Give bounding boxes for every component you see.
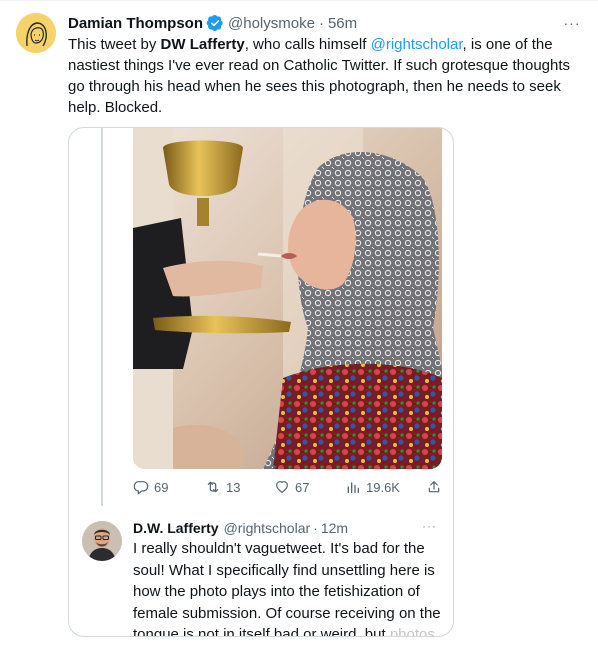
tweet[interactable]: Damian Thompson @holysmoke · 56m ··· Thi… [0,0,598,648]
retweet-count: 13 [226,479,241,495]
tweet-text: This tweet by DW Lafferty, who calls him… [68,34,582,118]
retweet-icon [207,481,219,493]
quoted-author-name[interactable]: D.W. Lafferty [133,520,219,536]
share-button[interactable] [426,479,447,495]
quoted-author-handle[interactable]: @rightscholar [224,520,311,536]
quoted-avatar-drawing [82,521,122,561]
thread-line [101,128,103,506]
verified-badge-icon [206,14,223,32]
header-separator: · [318,14,324,32]
bold-name: DW Lafferty [160,36,245,53]
avatar-drawing [16,13,56,53]
mention-link[interactable]: @rightscholar [371,36,463,53]
author-name[interactable]: Damian Thompson [68,15,203,32]
quoted-text-visible: I really shouldn't vaguetweet. It's bad … [133,540,441,637]
tweet-time[interactable]: 56m [328,15,357,32]
tweet-header: Damian Thompson @holysmoke · 56m [68,13,357,33]
quoted-time: 12m [320,520,349,536]
quoted-header: D.W. Lafferty @rightscholar · 12m [133,518,348,538]
share-icon [428,481,440,493]
views-chart-icon [347,482,359,493]
quoted-more-dots-icon: ··· [422,519,437,533]
quoted-separator: · [313,520,318,536]
communion-photo[interactable] [133,128,442,469]
metrics-bar: 69 13 67 19.6K [133,476,443,498]
quoted-text: I really shouldn't vaguetweet. It's bad … [133,538,443,637]
text-part-2: , who calls himself [244,36,371,53]
reply-button[interactable]: 69 [133,479,168,495]
photo-drawing [133,128,442,469]
quoted-author-avatar[interactable] [82,521,122,561]
like-count: 67 [295,479,310,495]
text-part-1: This tweet by [68,36,161,53]
author-handle[interactable]: @holysmoke [228,15,315,32]
like-button[interactable]: 67 [274,479,309,495]
reply-count: 69 [154,479,169,495]
retweet-button[interactable]: 13 [205,479,240,495]
views-button[interactable]: 19.6K [345,479,400,495]
heart-icon [276,481,288,494]
attached-screenshot[interactable]: 69 13 67 19.6K D.W. Lafferty @rightschol… [68,127,454,637]
author-avatar[interactable] [16,13,56,53]
reply-icon [133,481,149,495]
more-dots-icon[interactable]: ··· [562,13,582,33]
views-count: 19.6K [366,479,400,495]
